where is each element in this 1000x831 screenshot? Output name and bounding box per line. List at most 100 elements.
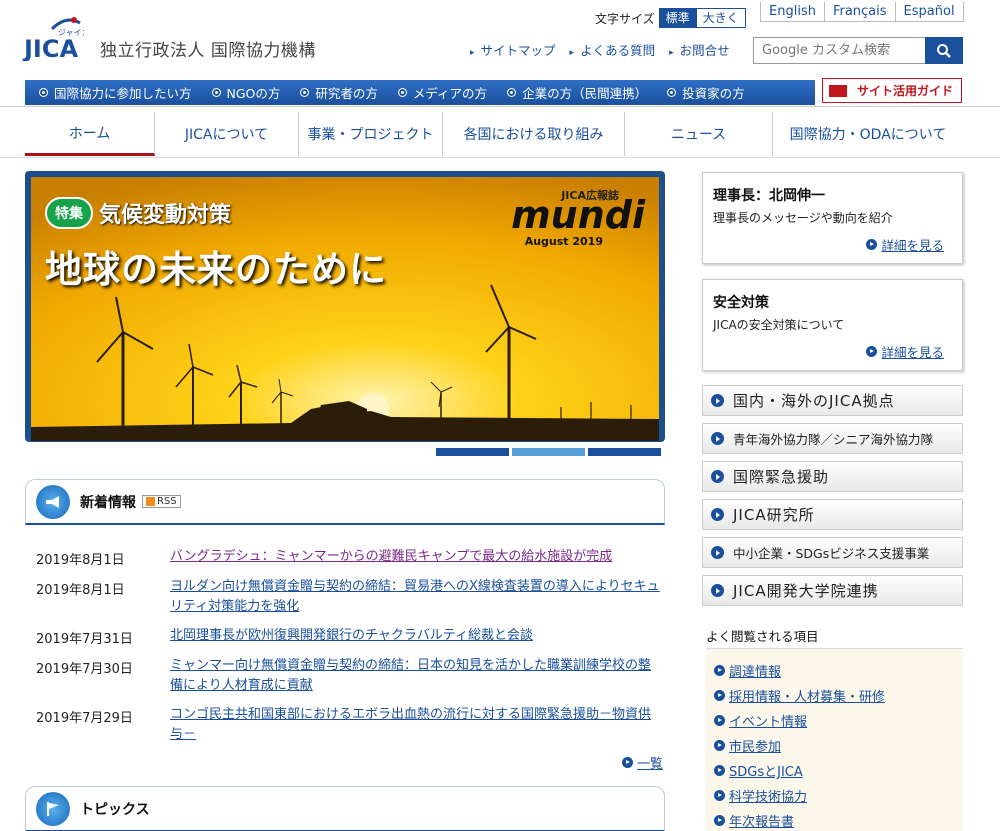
list-item: 2019年7月30日 ミャンマー向け無償資金贈与契約の締結：日本の知見を活かした… xyxy=(36,656,666,696)
sitemap-link[interactable]: サイトマップ xyxy=(470,40,556,59)
search-button[interactable] xyxy=(925,37,963,64)
news-date: 2019年8月1日 xyxy=(36,583,125,598)
sidebar-button-offices[interactable]: 国内・海外のJICA拠点 xyxy=(702,385,963,416)
carousel-dot[interactable] xyxy=(436,448,509,456)
favorite-link-recruit[interactable]: 採用情報・人材募集・研修 xyxy=(714,686,963,705)
favorite-link-events[interactable]: イベント情報 xyxy=(714,711,963,730)
search-icon xyxy=(937,43,951,58)
audience-researcher-link[interactable]: 研究者の方 xyxy=(300,83,378,102)
list-item: 2019年7月29日 コンゴ民主共和国東部におけるエボラ出血熱の流行に対する国際… xyxy=(36,705,666,745)
nav-oda[interactable]: 国際協力・ODAについて xyxy=(773,112,963,156)
audience-media-link[interactable]: メディアの方 xyxy=(398,83,487,102)
sidebar-button-sme[interactable]: 中小企業・SDGsビジネス支援事業 xyxy=(702,537,963,568)
divider xyxy=(0,157,1000,158)
arrow-circle-icon xyxy=(711,432,724,445)
font-size-large-button[interactable]: 大きく xyxy=(696,8,746,28)
audience-participate-link[interactable]: 国際協力に参加したい方 xyxy=(39,83,192,102)
nav-news[interactable]: ニュース xyxy=(625,112,773,156)
favorite-link-citizen[interactable]: 市民参加 xyxy=(714,736,963,755)
sidebar-button-label: 国際緊急援助 xyxy=(733,468,830,486)
arrow-circle-icon xyxy=(711,546,724,559)
favorite-label: 調達情報 xyxy=(729,665,782,680)
megaphone-icon xyxy=(36,484,70,519)
president-card: 理事長：北岡伸一 理事長のメッセージや動向を紹介 詳細を見る xyxy=(702,172,963,264)
lang-spanish-link[interactable]: Español xyxy=(895,2,964,22)
lang-french-link[interactable]: Français xyxy=(824,2,896,22)
news-link[interactable]: バングラデシュ：ミャンマーからの避難民キャンプで最大の給水施設が完成 xyxy=(170,547,662,568)
utility-nav: サイトマップ よくある質問 お問合せ xyxy=(470,40,730,59)
arrow-circle-icon xyxy=(714,665,725,676)
rss-label: RSS xyxy=(157,496,177,507)
sidebar-button-emergency[interactable]: 国際緊急援助 xyxy=(702,461,963,492)
logo-text: JICA xyxy=(22,35,78,61)
lang-english-link[interactable]: English xyxy=(760,2,825,22)
org-name: 独立行政法人 国際協力機構 xyxy=(100,41,316,61)
hero-banner[interactable]: 特集 気候変動対策 地球の未来のために JICA広報誌 mundi August… xyxy=(25,171,665,442)
news-link[interactable]: ミャンマー向け無償資金贈与契約の締結：日本の知見を活かした職業訓練学校の整備によ… xyxy=(170,656,662,696)
nav-home[interactable]: ホーム xyxy=(25,112,155,156)
sidebar-button-label: JICA研究所 xyxy=(733,506,815,524)
nav-about[interactable]: JICAについて xyxy=(155,112,299,156)
audience-business-link[interactable]: 企業の方（民間連携） xyxy=(507,83,647,102)
favorite-link-annual-report[interactable]: 年次報告書 xyxy=(714,811,963,830)
safety-detail-link[interactable]: 詳細を見る xyxy=(866,342,944,361)
news-header: 新着情報 RSS xyxy=(25,479,665,525)
magazine-date: August 2019 xyxy=(524,235,603,248)
carousel-dot[interactable] xyxy=(588,448,661,456)
topics-header: トピックス xyxy=(25,786,665,831)
sidebar-button-research[interactable]: JICA研究所 xyxy=(702,499,963,530)
sidebar-button-volunteers[interactable]: 青年海外協力隊／シニア海外協力隊 xyxy=(702,423,963,454)
arrow-circle-icon xyxy=(714,690,725,701)
font-size-standard-button[interactable]: 標準 xyxy=(658,8,697,28)
favorite-link-science[interactable]: 科学技術協力 xyxy=(714,786,963,805)
search-input[interactable] xyxy=(753,37,926,64)
nav-projects[interactable]: 事業・プロジェクト xyxy=(299,112,443,156)
font-size-label: 文字サイズ xyxy=(595,11,655,26)
carousel-dot[interactable] xyxy=(512,448,585,456)
news-date: 2019年8月1日 xyxy=(36,553,125,568)
rss-button[interactable]: RSS xyxy=(142,495,181,508)
favorites-title: よく閲覧される項目 xyxy=(706,629,819,644)
favorite-label: 科学技術協力 xyxy=(729,790,808,805)
sidebar-button-label: 国内・海外のJICA拠点 xyxy=(733,392,895,410)
feature-badge: 特集 xyxy=(45,197,93,229)
news-more-link[interactable]: 一覧 xyxy=(622,753,663,772)
arrow-circle-icon xyxy=(866,239,878,250)
font-size-switcher: 文字サイズ 標準 大きく xyxy=(595,8,746,28)
jica-logo[interactable]: JICA ジャイカ xyxy=(22,11,90,63)
audience-investor-link[interactable]: 投資家の方 xyxy=(667,83,745,102)
news-title: 新着情報 xyxy=(80,494,136,511)
president-desc: 理事長のメッセージや動向を紹介 xyxy=(713,211,893,225)
favorite-link-procurement[interactable]: 調達情報 xyxy=(714,661,963,680)
detail-label: 詳細を見る xyxy=(881,345,944,360)
topics-title: トピックス xyxy=(80,801,150,818)
news-link[interactable]: ヨルダン向け無償資金贈与契約の締結：貿易港へのX線検査装置の導入によりセキュリテ… xyxy=(170,577,662,617)
hero-title: 地球の未来のために xyxy=(45,248,387,291)
arrow-circle-icon xyxy=(711,470,724,483)
faq-link[interactable]: よくある質問 xyxy=(570,40,655,59)
news-link[interactable]: 北岡理事長が欧州復興開発銀行のチャクラバルティ総裁と会談 xyxy=(170,626,662,647)
news-date: 2019年7月31日 xyxy=(36,632,133,647)
magazine-name: mundi xyxy=(511,193,645,237)
detail-label: 詳細を見る xyxy=(881,238,944,253)
favorite-label: 採用情報・人材募集・研修 xyxy=(729,690,886,705)
favorite-link-sdgs[interactable]: SDGsとJICA xyxy=(714,761,963,780)
arrow-circle-icon xyxy=(714,715,725,726)
hero-tag: 特集 気候変動対策 xyxy=(45,197,231,229)
audience-ngo-link[interactable]: NGOの方 xyxy=(212,83,281,102)
sidebar-button-label: JICA開発大学院連携 xyxy=(733,582,879,600)
favorite-label: 市民参加 xyxy=(729,740,782,755)
news-link[interactable]: コンゴ民主共和国東部におけるエボラ出血熱の流行に対する国際緊急援助－物資供与－ xyxy=(170,705,662,745)
nav-countries[interactable]: 各国における取り組み xyxy=(443,112,625,156)
divider xyxy=(0,106,1000,107)
sidebar-button-university[interactable]: JICA開発大学院連携 xyxy=(702,575,963,606)
favorite-label: イベント情報 xyxy=(729,715,808,730)
president-detail-link[interactable]: 詳細を見る xyxy=(866,235,944,254)
president-title: 理事長：北岡伸一 xyxy=(713,188,825,204)
arrow-circle-icon xyxy=(711,394,724,407)
contact-link[interactable]: お問合せ xyxy=(669,40,730,59)
news-list: 2019年8月1日 バングラデシュ：ミャンマーからの避難民キャンプで最大の給水施… xyxy=(36,547,666,754)
safety-title: 安全対策 xyxy=(713,295,769,311)
site-guide-button[interactable]: サイト活用ガイド xyxy=(822,78,962,103)
list-item: 2019年8月1日 ヨルダン向け無償資金贈与契約の締結：貿易港へのX線検査装置の… xyxy=(36,577,666,617)
